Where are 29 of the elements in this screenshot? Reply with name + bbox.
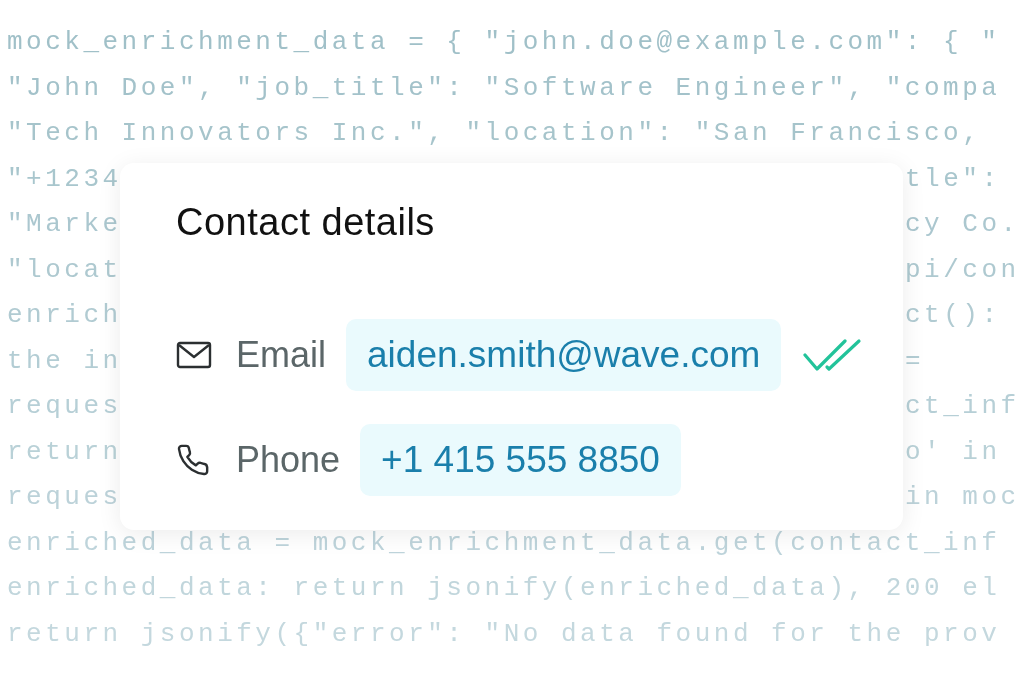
code-text: reques	[7, 481, 122, 515]
code-text: o' in	[905, 435, 1001, 469]
code-text: "locat	[7, 253, 122, 287]
code-text: "Tech Innovators Inc.", "location": "San Francisco,	[7, 117, 982, 151]
code-text: "+1234	[7, 162, 122, 196]
field-value[interactable]: aiden.smith@wave.com	[346, 318, 782, 391]
code-text: pi/con	[905, 253, 1020, 287]
field-value[interactable]: +1 415 555 8850	[360, 423, 681, 496]
code-text: enriched_data = mock_enrichment_data.get(contact_inf	[7, 526, 1001, 560]
code-text: return jsonify({"error": "No data found for the prov	[7, 617, 1001, 651]
code-text: reques	[7, 390, 122, 424]
phone-icon	[176, 442, 210, 477]
mail-icon	[176, 340, 212, 369]
field-label: Phone	[236, 437, 341, 482]
code-text: ct():	[905, 299, 1001, 333]
code-text: tle":	[905, 162, 1001, 196]
code-text: =	[905, 344, 925, 378]
code-text: mock_enrichment_data = { "john.doe@example.com": { "	[7, 26, 1001, 60]
code-text: cy Co.	[905, 208, 1020, 242]
code-text: the in	[7, 344, 122, 378]
code-text: enrich	[7, 299, 122, 333]
field-label: Email	[236, 332, 327, 377]
code-text: "John Doe", "job_title": "Software Engineer", "compa	[7, 71, 1001, 105]
code-text: in moc	[905, 481, 1020, 515]
code-text: return	[7, 435, 122, 469]
card-title: Contact details	[176, 200, 436, 245]
code-text: ct_inf	[905, 390, 1020, 424]
code-text: enriched_data: return jsonify(enriched_data), 200 el	[7, 572, 1001, 606]
code-text: "Marke	[7, 208, 122, 242]
